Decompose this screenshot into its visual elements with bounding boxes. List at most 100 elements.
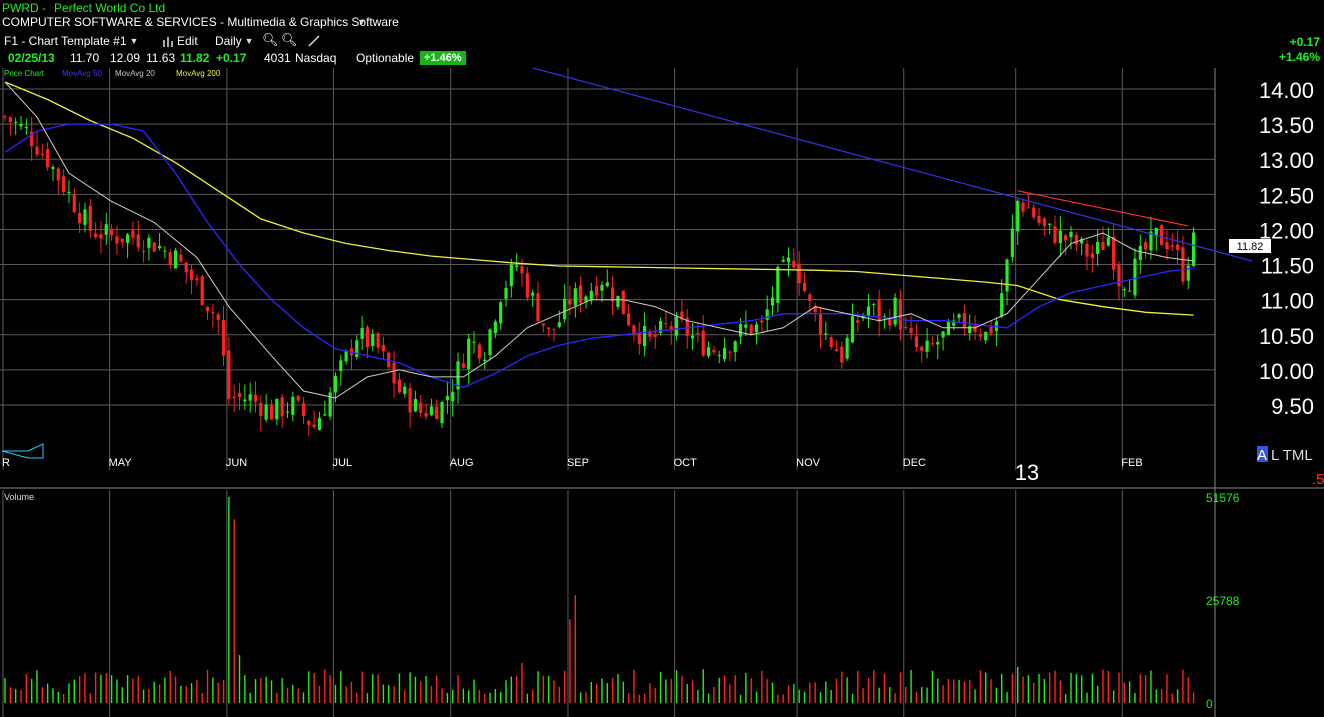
candle-body bbox=[536, 293, 540, 322]
candle-body bbox=[275, 398, 279, 420]
candle-body bbox=[765, 309, 769, 320]
candle-body bbox=[877, 299, 881, 322]
candle-body bbox=[984, 331, 988, 341]
candle-body bbox=[941, 331, 945, 338]
candle-body bbox=[296, 396, 300, 401]
candle-body bbox=[451, 392, 455, 402]
candle-body bbox=[163, 250, 167, 252]
candle-body bbox=[62, 176, 66, 192]
candle-body bbox=[632, 325, 636, 334]
candle-body bbox=[1112, 236, 1116, 270]
candle-body bbox=[72, 194, 76, 213]
price-tick-label: 14.00 bbox=[1259, 78, 1314, 103]
candle-body bbox=[1165, 242, 1169, 250]
candle-body bbox=[674, 316, 679, 336]
price-tick-label: 11.50 bbox=[1261, 254, 1314, 279]
candle-body bbox=[1037, 215, 1041, 223]
five-tool[interactable]: .5 bbox=[1312, 471, 1324, 488]
candle-body bbox=[152, 242, 156, 252]
candle-body bbox=[365, 327, 370, 348]
trendlines bbox=[532, 67, 1253, 262]
month-label: DEC bbox=[903, 457, 926, 469]
candle-body bbox=[136, 234, 140, 248]
ltml-tool[interactable]: L TML bbox=[1271, 447, 1313, 464]
candle-body bbox=[237, 392, 242, 397]
candle-body bbox=[989, 326, 993, 334]
candle-body bbox=[323, 414, 327, 416]
candle-body bbox=[563, 298, 567, 320]
candle-body bbox=[957, 314, 961, 318]
candle-body bbox=[483, 359, 487, 362]
candle-body bbox=[547, 327, 551, 330]
candle-body bbox=[808, 294, 812, 301]
candle-body bbox=[1170, 245, 1174, 248]
candle-body bbox=[573, 288, 577, 306]
candle-body bbox=[78, 212, 82, 224]
candle-body bbox=[584, 296, 588, 302]
volume-tick-label: 51576 bbox=[1206, 491, 1240, 505]
candle-body bbox=[243, 399, 247, 402]
candle-body bbox=[962, 313, 966, 329]
candle-body bbox=[1042, 218, 1046, 226]
candle-body bbox=[1122, 289, 1126, 291]
price-tick-label: 13.00 bbox=[1259, 148, 1314, 173]
candle-body bbox=[88, 205, 92, 231]
candle-body bbox=[802, 282, 807, 292]
candle-body bbox=[1021, 202, 1025, 212]
candle-body bbox=[760, 320, 764, 323]
candle-body bbox=[936, 342, 940, 345]
candle-body bbox=[397, 379, 402, 393]
price-tick-label: 12.50 bbox=[1259, 183, 1314, 208]
candle-body bbox=[99, 234, 103, 239]
a-tool[interactable]: A bbox=[1257, 447, 1267, 464]
candle-body bbox=[1133, 258, 1137, 296]
month-label: MAY bbox=[109, 457, 133, 469]
candle-body bbox=[110, 229, 114, 236]
last-price-tag: 11.82 bbox=[1237, 241, 1264, 253]
candle-body bbox=[339, 360, 343, 372]
candle-body bbox=[419, 402, 423, 413]
candle-body bbox=[3, 116, 7, 118]
candle-body bbox=[94, 233, 98, 237]
candle-body bbox=[381, 344, 386, 352]
price-chart[interactable]: 14.0013.5013.0012.5012.0011.5011.0010.50… bbox=[0, 0, 1324, 717]
month-label: R bbox=[2, 457, 10, 469]
candle-body bbox=[728, 351, 732, 353]
candle-body bbox=[429, 406, 433, 415]
candle-body bbox=[738, 324, 743, 337]
candle-body bbox=[1016, 200, 1020, 232]
candle-body bbox=[920, 346, 924, 351]
candle-body bbox=[504, 287, 508, 299]
candle-body bbox=[1090, 253, 1094, 259]
candle-body bbox=[435, 406, 439, 420]
month-label: FEB bbox=[1121, 457, 1142, 469]
candle-body bbox=[232, 396, 236, 399]
candle-body bbox=[179, 254, 183, 262]
candle-body bbox=[46, 149, 50, 168]
candle-body bbox=[200, 276, 204, 305]
volume-tick-label: 25788 bbox=[1206, 594, 1240, 608]
month-label: JUL bbox=[332, 457, 352, 469]
candle-body bbox=[1106, 237, 1110, 246]
candle-body bbox=[1026, 207, 1030, 209]
candle-body bbox=[472, 341, 476, 343]
candle-body bbox=[461, 363, 465, 368]
scroll-handle[interactable] bbox=[1, 443, 44, 459]
candle-body bbox=[722, 348, 727, 360]
candle-body bbox=[424, 412, 428, 417]
candle-body bbox=[1144, 242, 1148, 250]
candle-body bbox=[1117, 264, 1121, 287]
candle-body bbox=[872, 304, 876, 306]
legend-ma20: MovAvg 20 bbox=[115, 69, 155, 78]
candle-body bbox=[221, 320, 226, 356]
candle-body bbox=[67, 191, 71, 194]
candle-body bbox=[818, 313, 823, 335]
candle-body bbox=[173, 250, 178, 269]
legend-ma50: MovAvg 50 bbox=[62, 69, 102, 78]
candle-body bbox=[541, 323, 545, 326]
candle-body bbox=[147, 237, 151, 248]
candle-body bbox=[408, 388, 412, 413]
candle-body bbox=[189, 269, 194, 280]
month-label: JUN bbox=[226, 457, 247, 469]
candle-body bbox=[344, 350, 348, 362]
